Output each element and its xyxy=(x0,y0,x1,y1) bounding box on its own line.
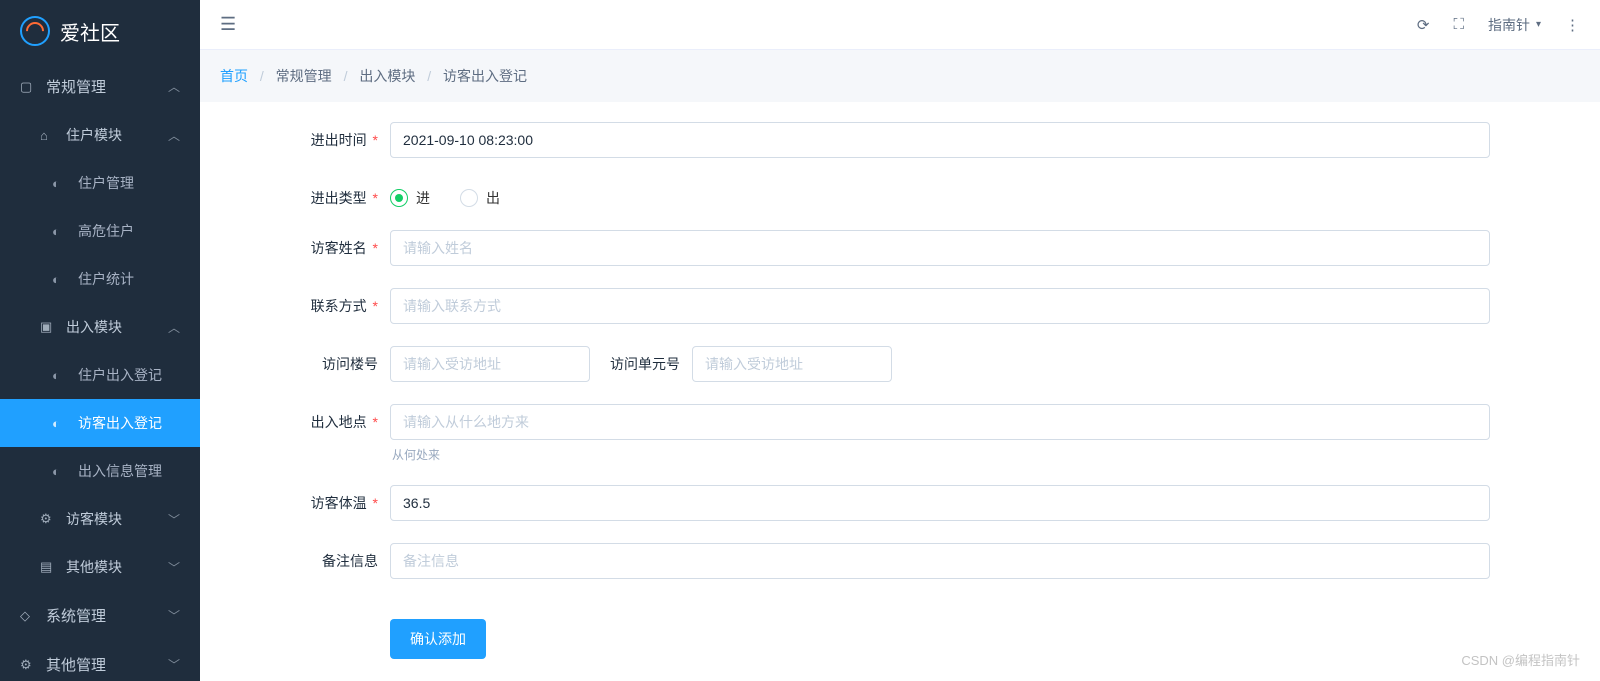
temp-input[interactable] xyxy=(390,485,1490,521)
chevron-down-icon: ﹀ xyxy=(168,607,180,624)
form-container: 进出时间 * 进出类型 * 进 出 xyxy=(200,102,1600,681)
sidebar-item-access-info[interactable]: ◐ 出入信息管理 xyxy=(0,447,200,495)
app-title: 爱社区 xyxy=(60,17,120,46)
sidebar: 爱社区 ▢ 常规管理 ︿ ⌂ 住户模块 ︿ ◐ 住户管理 ◐ 高危住户 ◐ 住户… xyxy=(0,0,200,681)
breadcrumb-home[interactable]: 首页 xyxy=(220,68,248,84)
file-icon: ▤ xyxy=(40,559,56,575)
logo-icon xyxy=(20,16,50,46)
dashboard-icon: ◐ xyxy=(52,176,68,191)
submit-button[interactable]: 确认添加 xyxy=(390,619,486,659)
remark-input[interactable] xyxy=(390,543,1490,579)
square-icon: ▢ xyxy=(20,79,36,95)
dashboard-icon: ◐ xyxy=(52,272,68,287)
temp-label: 访客体温 * xyxy=(240,485,390,513)
sidebar-item-highrisk[interactable]: ◐ 高危住户 xyxy=(0,207,200,255)
topbar: ☰ ⟳ ⛶ 指南针 ▾ ⋮ xyxy=(200,0,1600,50)
chevron-down-icon: ﹀ xyxy=(168,656,180,673)
name-label: 访客姓名 * xyxy=(240,230,390,258)
home-icon: ⌂ xyxy=(40,128,56,143)
sidebar-item-resident-module[interactable]: ⌂ 住户模块 ︿ xyxy=(0,111,200,159)
unit-input[interactable] xyxy=(692,346,892,382)
remark-label: 备注信息 xyxy=(240,543,390,571)
unit-label: 访问单元号 xyxy=(610,354,680,374)
sidebar-item-resident-manage[interactable]: ◐ 住户管理 xyxy=(0,159,200,207)
sidebar-group-general[interactable]: ▢ 常规管理 ︿ xyxy=(0,62,200,111)
breadcrumb-current: 访客出入登记 xyxy=(443,68,527,84)
more-icon[interactable]: ⋮ xyxy=(1565,16,1580,34)
location-label: 出入地点 * xyxy=(240,404,390,432)
location-input[interactable] xyxy=(390,404,1490,440)
chevron-down-icon: ﹀ xyxy=(168,511,180,528)
gear-icon: ⚙ xyxy=(20,657,36,673)
dashboard-icon: ◐ xyxy=(52,368,68,383)
watermark: CSDN @编程指南针 xyxy=(1461,650,1580,669)
building-input[interactable] xyxy=(390,346,590,382)
sidebar-item-access-module[interactable]: ▣ 出入模块 ︿ xyxy=(0,303,200,351)
building-label: 访问楼号 xyxy=(240,346,390,374)
caret-down-icon: ▾ xyxy=(1536,19,1541,30)
sidebar-item-resident-access[interactable]: ◐ 住户出入登记 xyxy=(0,351,200,399)
chevron-up-icon: ︿ xyxy=(168,319,180,336)
chevron-up-icon: ︿ xyxy=(168,127,180,144)
dashboard-icon: ◐ xyxy=(52,416,68,431)
sidebar-toggle-icon[interactable]: ☰ xyxy=(220,14,236,35)
contact-input[interactable] xyxy=(390,288,1490,324)
sidebar-group-other[interactable]: ⚙ 其他管理 ﹀ xyxy=(0,640,200,681)
radio-out[interactable]: 出 xyxy=(460,188,500,208)
location-help: 从何处来 xyxy=(392,446,1490,463)
radio-in[interactable]: 进 xyxy=(390,188,430,208)
name-input[interactable] xyxy=(390,230,1490,266)
dashboard-icon: ◐ xyxy=(52,224,68,239)
dashboard-icon: ◐ xyxy=(52,464,68,479)
contact-label: 联系方式 * xyxy=(240,288,390,316)
sidebar-item-resident-stats[interactable]: ◐ 住户统计 xyxy=(0,255,200,303)
user-menu[interactable]: 指南针 ▾ xyxy=(1488,15,1541,35)
chat-icon: ◇ xyxy=(20,608,36,624)
window-icon: ▣ xyxy=(40,319,56,335)
time-label: 进出时间 * xyxy=(240,122,390,150)
radio-circle-icon xyxy=(460,189,478,207)
sidebar-group-system[interactable]: ◇ 系统管理 ﹀ xyxy=(0,591,200,640)
fullscreen-icon[interactable]: ⛶ xyxy=(1453,16,1464,33)
chevron-up-icon: ︿ xyxy=(168,78,180,95)
main-content: ☰ ⟳ ⛶ 指南针 ▾ ⋮ 首页 / 常规管理 / 出入模块 / 访客出入登记 xyxy=(200,0,1600,681)
sidebar-item-other-module[interactable]: ▤ 其他模块 ﹀ xyxy=(0,543,200,591)
time-input[interactable] xyxy=(390,122,1490,158)
sidebar-item-visitor-module[interactable]: ⚙ 访客模块 ﹀ xyxy=(0,495,200,543)
breadcrumb-item: 出入模块 xyxy=(359,68,415,84)
app-logo: 爱社区 xyxy=(0,0,200,62)
refresh-icon[interactable]: ⟳ xyxy=(1417,16,1430,34)
sidebar-item-visitor-access[interactable]: ◐ 访客出入登记 xyxy=(0,399,200,447)
type-label: 进出类型 * xyxy=(240,180,390,208)
chevron-down-icon: ﹀ xyxy=(168,559,180,576)
breadcrumb: 首页 / 常规管理 / 出入模块 / 访客出入登记 xyxy=(200,50,1600,102)
radio-circle-icon xyxy=(390,189,408,207)
gears-icon: ⚙ xyxy=(40,511,56,527)
breadcrumb-item: 常规管理 xyxy=(276,68,332,84)
